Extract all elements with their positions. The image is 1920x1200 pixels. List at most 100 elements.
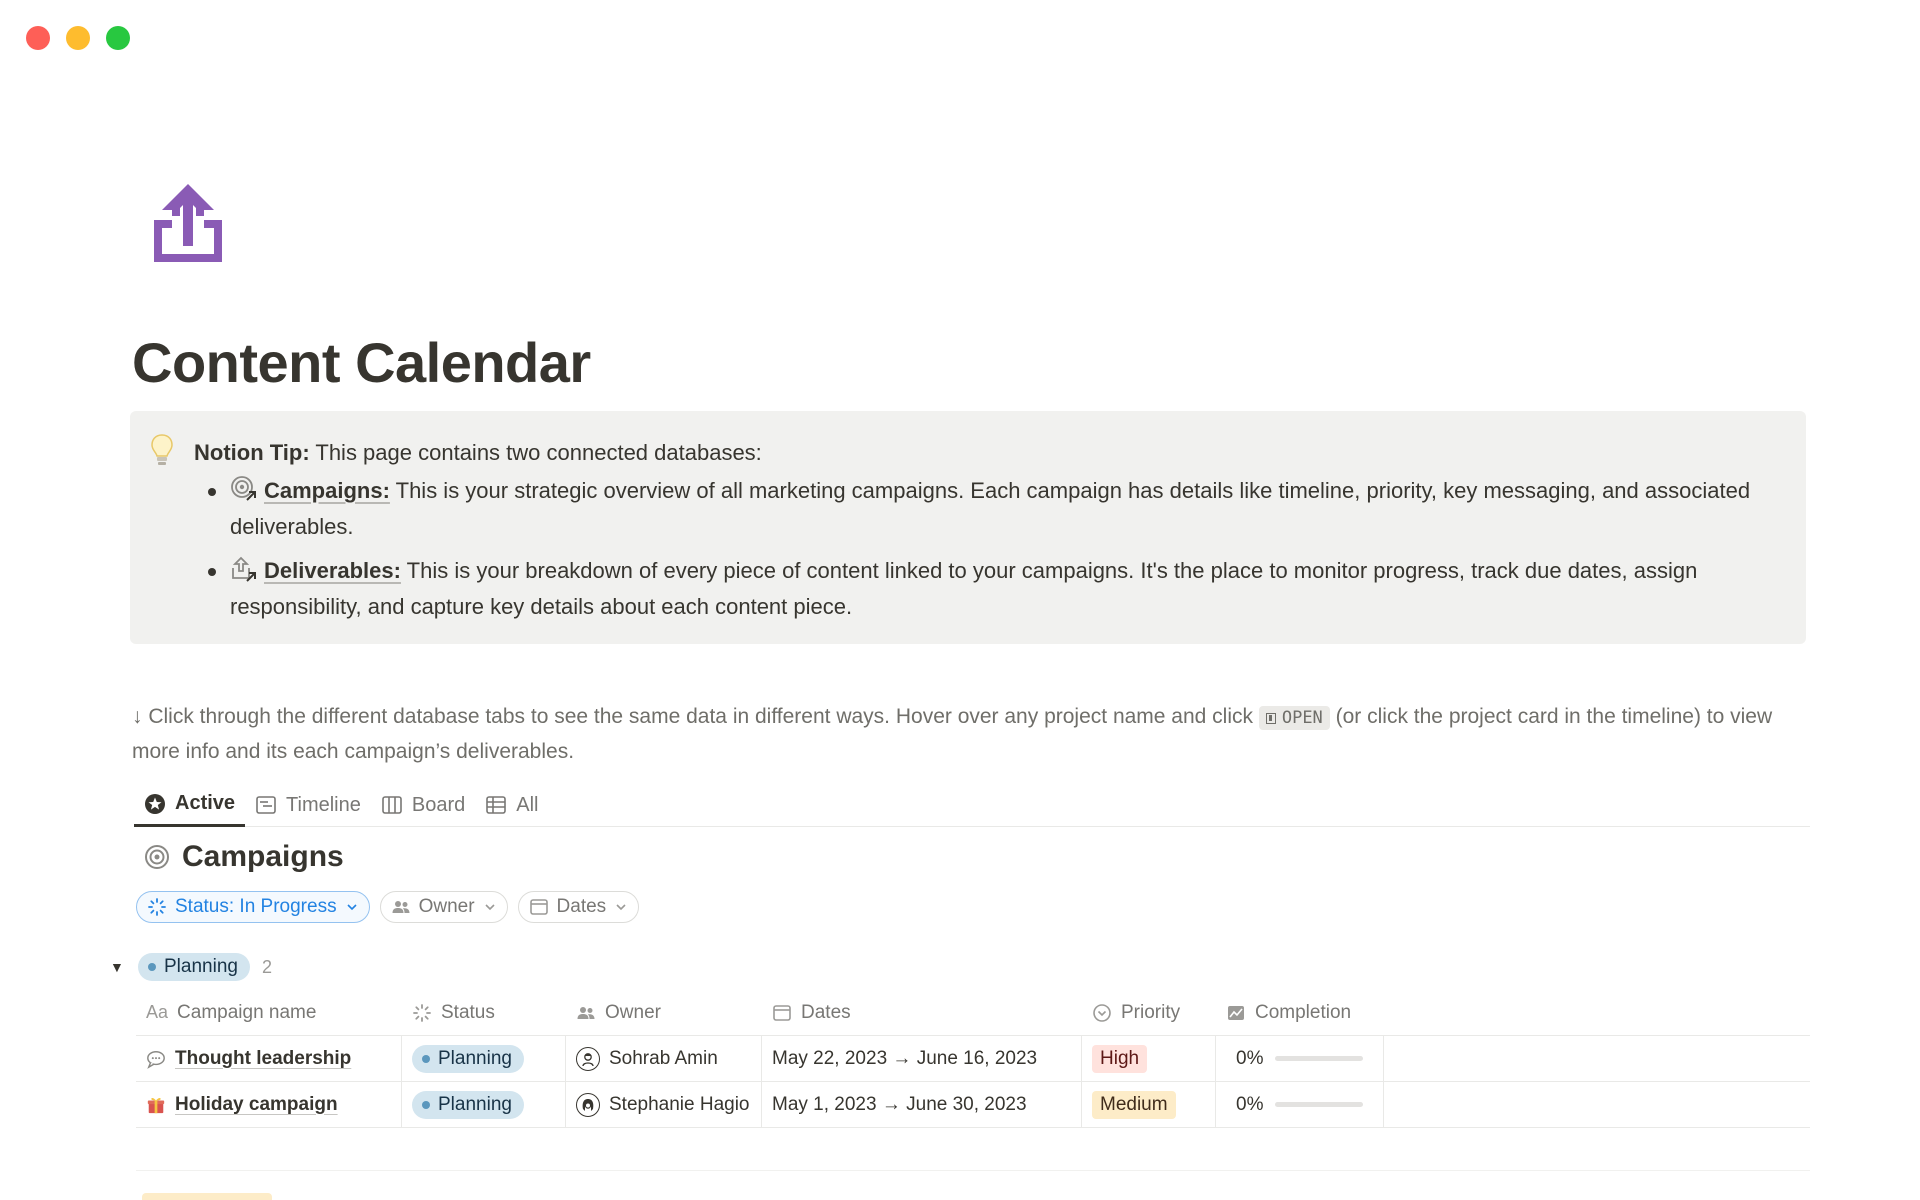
- chevron-down-icon: [347, 904, 357, 911]
- column-header-name[interactable]: Aa Campaign name: [136, 990, 402, 1035]
- deliverables-link[interactable]: Deliverables:: [264, 558, 401, 583]
- campaigns-description: This is your strategic overview of all m…: [230, 478, 1751, 539]
- chart-icon: [1228, 1005, 1244, 1020]
- group-status-pill: Planning: [138, 953, 250, 981]
- owner-name: Sohrab Amin: [609, 1047, 718, 1069]
- share-upload-icon[interactable]: [148, 178, 228, 268]
- tab-label: Timeline: [286, 793, 361, 816]
- avatar: [576, 1092, 600, 1117]
- column-header-priority[interactable]: Priority: [1082, 990, 1216, 1035]
- campaigns-table: Aa Campaign name Status Owner Dates Prio…: [136, 990, 1810, 1128]
- tip-body: This page contains two connected databas…: [309, 440, 762, 465]
- tab-label: Active: [175, 792, 236, 814]
- column-header-owner[interactable]: Owner: [566, 990, 762, 1035]
- tip-item-deliverables: Deliverables: This is your breakdown of …: [152, 553, 1784, 625]
- chip-label: Dates: [556, 896, 607, 917]
- people-icon: [577, 1006, 595, 1019]
- status-cell[interactable]: Planning: [402, 1082, 566, 1127]
- database-title[interactable]: Campaigns: [144, 840, 344, 874]
- campaign-name[interactable]: Holiday campaign: [175, 1094, 338, 1116]
- status-cell[interactable]: Planning: [402, 1036, 566, 1081]
- window-controls: [26, 26, 130, 50]
- campaign-name[interactable]: Thought leadership: [175, 1048, 351, 1070]
- chip-label: Status: In Progress: [175, 896, 337, 917]
- minimize-window-button[interactable]: [66, 26, 90, 50]
- board-icon: [382, 796, 402, 814]
- open-code-text: OPEN: [1281, 708, 1323, 728]
- tab-all[interactable]: All: [475, 783, 548, 827]
- section-divider: [136, 1170, 1810, 1171]
- tab-label: All: [516, 793, 539, 816]
- completion-bar: [1275, 1056, 1364, 1061]
- table-icon: [486, 796, 507, 814]
- next-group-pill: [142, 1193, 272, 1200]
- tip-item-campaigns: Campaigns: This is your strategic overvi…: [152, 473, 1784, 545]
- column-label: Dates: [801, 1001, 851, 1023]
- priority-badge: High: [1092, 1044, 1148, 1073]
- upload-link-icon: [232, 556, 256, 582]
- table-row[interactable]: Thought leadership Planning Sohrab Amin …: [136, 1036, 1810, 1082]
- close-window-button[interactable]: [26, 26, 50, 50]
- collapse-toggle-icon[interactable]: ▼: [110, 959, 126, 975]
- date-range: May 1, 2023 → June 30, 2023: [772, 1093, 1027, 1115]
- priority-cell[interactable]: High: [1082, 1036, 1216, 1081]
- tip-callout: Notion Tip: This page contains two conne…: [130, 411, 1806, 644]
- target-icon: [145, 845, 169, 869]
- campaign-name-cell[interactable]: Thought leadership: [136, 1036, 402, 1081]
- owner-cell[interactable]: Sohrab Amin: [566, 1036, 762, 1081]
- target-link-icon: [231, 476, 256, 501]
- people-icon: [392, 901, 410, 913]
- tip-text: Notion Tip: This page contains two conne…: [152, 435, 1784, 471]
- tip-list: Campaigns: This is your strategic overvi…: [152, 473, 1784, 625]
- deliverables-description: This is your breakdown of every piece of…: [230, 558, 1698, 619]
- column-label: Owner: [605, 1001, 661, 1023]
- bullet-dot: [208, 568, 216, 576]
- completion-cell: 0%: [1216, 1082, 1384, 1127]
- completion-bar: [1275, 1102, 1364, 1107]
- table-header-row: Aa Campaign name Status Owner Dates Prio…: [136, 990, 1810, 1036]
- status-dot: [148, 963, 156, 971]
- campaign-name-cell[interactable]: Holiday campaign: [136, 1082, 402, 1127]
- column-header-dates[interactable]: Dates: [762, 990, 1082, 1035]
- dates-cell[interactable]: May 22, 2023 → June 16, 2023: [762, 1036, 1082, 1081]
- priority-cell[interactable]: Medium: [1082, 1082, 1216, 1127]
- completion-value: 0%: [1236, 1093, 1264, 1115]
- column-header-status[interactable]: Status: [402, 990, 566, 1035]
- gift-icon: [147, 1097, 165, 1113]
- tab-board[interactable]: Board: [371, 783, 475, 827]
- tab-timeline[interactable]: Timeline: [245, 783, 371, 827]
- hint-before: ↓ Click through the different database t…: [132, 705, 1259, 728]
- tab-active[interactable]: Active: [134, 783, 246, 827]
- completion-cell: 0%: [1216, 1036, 1384, 1081]
- completion-value: 0%: [1236, 1047, 1264, 1069]
- tab-label: Board: [411, 793, 466, 816]
- column-label: Status: [441, 1001, 495, 1023]
- campaigns-link[interactable]: Campaigns:: [264, 478, 390, 503]
- status-label: Planning: [438, 1047, 512, 1069]
- priority-badge: Medium: [1092, 1090, 1176, 1119]
- open-code-inline: OPEN: [1258, 706, 1330, 730]
- bullet-dot: [208, 488, 216, 496]
- dates-cell[interactable]: May 1, 2023 → June 30, 2023: [762, 1082, 1082, 1127]
- status-pill: Planning: [412, 1090, 524, 1119]
- status-label: Planning: [438, 1093, 512, 1115]
- status-pill: Planning: [412, 1044, 524, 1073]
- dates-filter-chip[interactable]: Dates: [517, 891, 640, 923]
- avatar: [576, 1046, 600, 1071]
- column-label: Completion: [1255, 1001, 1352, 1023]
- column-label: Campaign name: [177, 1001, 317, 1023]
- group-header-planning: ▼ Planning 2: [110, 953, 272, 981]
- owner-cell[interactable]: Stephanie Hagio: [566, 1082, 762, 1127]
- page-title[interactable]: Content Calendar: [132, 330, 591, 395]
- instructions-text: ↓ Click through the different database t…: [132, 700, 1812, 768]
- status-dot: [422, 1100, 430, 1109]
- status-filter-chip[interactable]: Status: In Progress: [136, 891, 370, 923]
- database-title-text: Campaigns: [182, 840, 344, 873]
- column-header-completion[interactable]: Completion: [1216, 990, 1384, 1035]
- zoom-window-button[interactable]: [106, 26, 130, 50]
- group-label: Planning: [164, 956, 238, 977]
- chevron-down-icon: [484, 904, 495, 911]
- owner-filter-chip[interactable]: Owner: [379, 891, 508, 923]
- timeline-icon: [256, 796, 276, 814]
- table-row[interactable]: Holiday campaign Planning Stephanie Hagi…: [136, 1082, 1810, 1128]
